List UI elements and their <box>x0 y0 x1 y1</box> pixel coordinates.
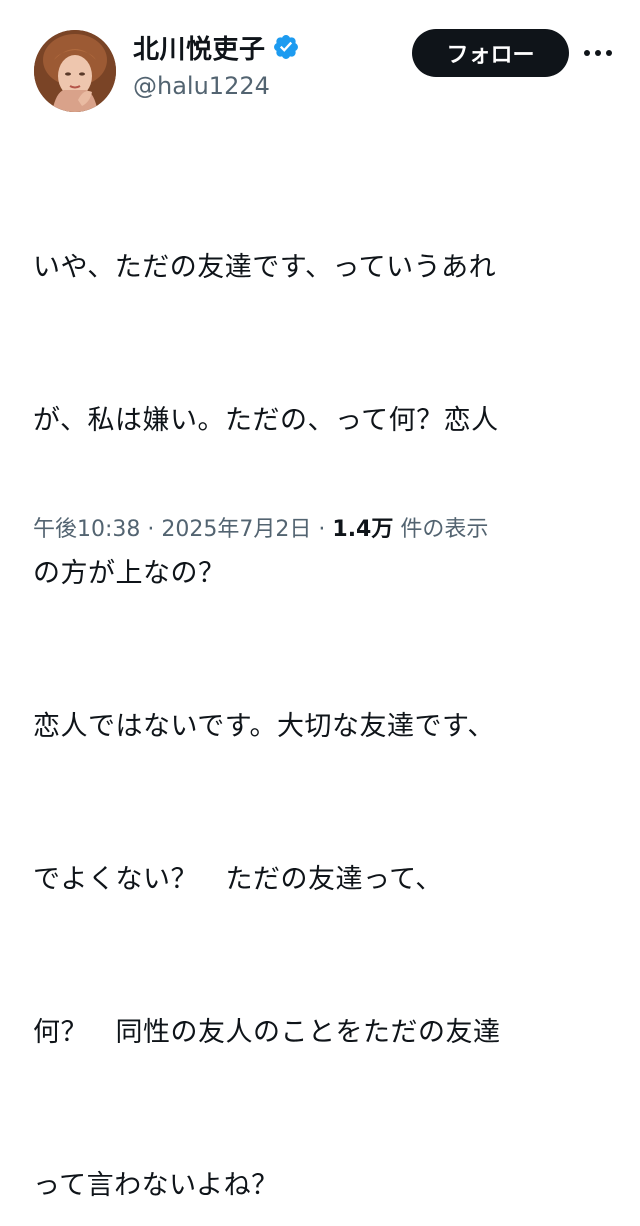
avatar-photo <box>34 30 116 112</box>
verified-badge-icon <box>272 33 300 61</box>
tweet-text: いや、ただの友達です、っていうあれ が、私は嫌い。ただの、って何？恋人 の方が上… <box>33 140 613 1226</box>
views-count: 1.4万 <box>332 517 394 542</box>
tweet-line: の方が上なの？ <box>33 558 226 589</box>
tweet-line: いや、ただの友達です、っていうあれ <box>33 252 497 283</box>
tweet-line: 何？ 同性の友人のことをただの友達 <box>33 1017 501 1048</box>
follow-button[interactable]: フォロー <box>412 29 569 77</box>
user-info: 北川悦吏子 @halu1224 <box>133 30 300 100</box>
tweet-time[interactable]: 午後10:38 <box>33 517 140 542</box>
views-label: 件の表示 <box>400 517 489 542</box>
tweet-date[interactable]: 2025年7月2日 <box>161 517 311 542</box>
tweet-line: でよくない？ ただの友達って、 <box>33 864 443 895</box>
tweet-line: って言わないよね？ <box>33 1170 279 1201</box>
meta-separator: · <box>147 517 155 542</box>
tweet-line: が、私は嫌い。ただの、って何？恋人 <box>33 405 499 436</box>
meta-separator: · <box>318 517 326 542</box>
tweet-meta: 午後10:38 · 2025年7月2日 · 1.4万 件の表示 <box>33 505 603 555</box>
user-handle[interactable]: @halu1224 <box>133 72 300 100</box>
tweet-header: 北川悦吏子 @halu1224 フォロー <box>0 0 640 120</box>
more-horizontal-icon[interactable] <box>578 33 618 73</box>
tweet-line: 恋人ではないです。大切な友達です、 <box>33 711 495 742</box>
name-row: 北川悦吏子 <box>133 29 300 66</box>
avatar[interactable] <box>34 30 116 112</box>
display-name[interactable]: 北川悦吏子 <box>133 29 266 66</box>
